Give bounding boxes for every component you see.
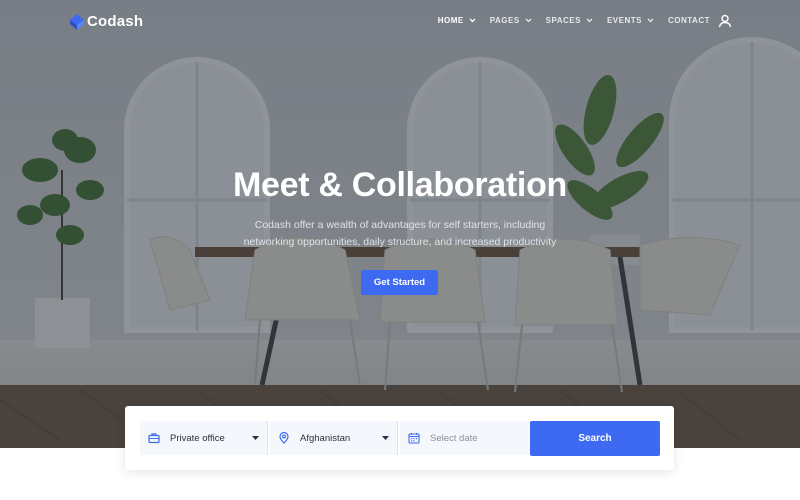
diamond-logo-icon bbox=[70, 13, 84, 30]
brand-logo[interactable]: Codash bbox=[70, 13, 143, 30]
calendar-icon bbox=[408, 433, 420, 444]
date-picker[interactable]: Select date bbox=[400, 421, 530, 455]
hero-subtitle-line: Codash offer a wealth of advantages for … bbox=[254, 219, 546, 231]
nav-item-spaces[interactable]: SPACES bbox=[546, 16, 593, 25]
briefcase-icon bbox=[148, 433, 160, 444]
nav-item-label: SPACES bbox=[545, 16, 581, 25]
nav-item-label: CONTACT bbox=[667, 16, 710, 25]
caret-down-icon bbox=[382, 436, 389, 440]
nav-item-label: EVENTS bbox=[606, 16, 642, 25]
location-select[interactable]: Afghanistan bbox=[270, 421, 397, 455]
nav-item-label: HOME bbox=[437, 16, 464, 25]
chevron-down-icon bbox=[586, 18, 593, 23]
caret-down-icon bbox=[252, 436, 259, 440]
field-divider bbox=[397, 421, 398, 455]
main-nav: HOME PAGES SPACES EVENTS CONTACT bbox=[424, 16, 738, 25]
search-bar: Private office Afghanistan Select date S… bbox=[125, 406, 674, 470]
location-value: Afghanistan bbox=[300, 432, 351, 444]
chevron-down-icon bbox=[469, 18, 476, 23]
nav-item-events[interactable]: EVENTS bbox=[607, 16, 654, 25]
map-pin-icon bbox=[279, 432, 289, 444]
search-button[interactable]: Search bbox=[530, 421, 660, 456]
nav-item-label: PAGES bbox=[489, 16, 520, 25]
top-navbar: Codash HOME PAGES SPACES EVENTS CONTACT bbox=[0, 0, 800, 44]
landing-page: Codash HOME PAGES SPACES EVENTS CONTACT bbox=[0, 0, 800, 500]
hero-title: Meet & Collaboration bbox=[232, 166, 568, 204]
get-started-button[interactable]: Get Started bbox=[361, 270, 438, 295]
hero-subtitle: Codash offer a wealth of advantages for … bbox=[200, 217, 600, 251]
space-type-value: Private office bbox=[170, 432, 225, 444]
nav-item-pages[interactable]: PAGES bbox=[490, 16, 532, 25]
chevron-down-icon bbox=[647, 18, 654, 23]
chevron-down-icon bbox=[525, 18, 532, 23]
brand-name: Codash bbox=[87, 13, 144, 30]
nav-item-home[interactable]: HOME bbox=[438, 16, 476, 25]
date-placeholder: Select date bbox=[430, 432, 478, 444]
hero-subtitle-line: networking opportunities, daily structur… bbox=[243, 236, 557, 248]
user-icon bbox=[718, 14, 732, 28]
user-account-button[interactable] bbox=[718, 14, 732, 28]
nav-item-contact[interactable]: CONTACT bbox=[668, 16, 710, 25]
space-type-select[interactable]: Private office bbox=[140, 421, 267, 455]
field-divider bbox=[267, 421, 268, 455]
